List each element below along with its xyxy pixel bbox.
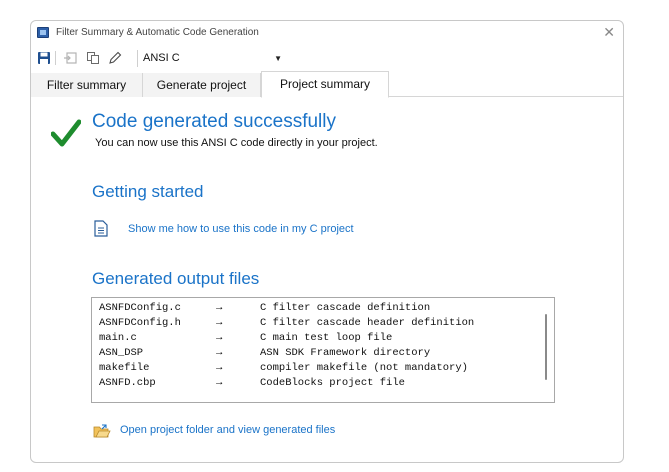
open-folder-link[interactable]: Open project folder and view generated f… [120,424,335,436]
file-description: C filter cascade header definition [260,317,475,329]
file-name: makefile [99,362,150,374]
success-heading: Code generated successfully [92,111,336,132]
output-files-heading: Generated output files [92,269,260,288]
arrow-icon: → [216,377,223,389]
file-description: compiler makefile (not mandatory) [260,362,468,374]
title-bar: Filter Summary & Automatic Code Generati… [31,21,623,45]
arrow-icon: → [216,302,223,314]
file-description: CodeBlocks project file [260,377,405,389]
howto-link[interactable]: Show me how to use this code in my C pro… [128,223,354,235]
arrow-icon: → [216,317,223,329]
output-files-list[interactable]: ASNFDConfig.c → C filter cascade definit… [91,297,555,403]
file-name: ASNFDConfig.c [99,302,181,314]
app-icon [37,27,49,38]
file-name: ASNFD.cbp [99,377,156,389]
success-message: You can now use this ANSI C code directl… [95,137,378,149]
arrow-icon: → [216,347,223,359]
file-description: ASN SDK Framework directory [260,347,431,359]
checkmark-icon [51,119,81,147]
document-icon [94,220,108,237]
open-folder-icon [93,424,111,438]
file-name: ASN_DSP [99,347,144,359]
toolbar-separator [55,51,56,65]
window-title: Filter Summary & Automatic Code Generati… [56,27,259,38]
arrow-icon: → [216,362,223,374]
file-name: ASNFDConfig.h [99,317,181,329]
language-select-value: ANSI C [143,52,180,64]
dialog-window: Filter Summary & Automatic Code Generati… [30,20,624,463]
getting-started-heading: Getting started [92,182,204,201]
project-summary-panel: Code generated successfully You can now … [31,97,623,462]
file-description: C main test loop file [260,332,393,344]
tab-generate-project[interactable]: Generate project [143,73,261,97]
vertical-scrollbar[interactable] [545,314,547,380]
export-icon[interactable] [63,51,77,65]
file-name: main.c [99,332,137,344]
tab-filter-summary[interactable]: Filter summary [31,73,143,97]
chevron-down-icon[interactable]: ▼ [274,50,282,67]
save-icon[interactable] [37,51,51,65]
language-select[interactable]: ANSI C ▼ [137,50,285,67]
copy-icon[interactable] [86,51,100,65]
toolbar: ANSI C ▼ [31,47,623,67]
arrow-icon: → [216,332,223,344]
file-description: C filter cascade definition [260,302,431,314]
close-icon[interactable]: ✕ [603,24,615,41]
tab-project-summary[interactable]: Project summary [261,71,389,98]
tab-strip: Filter summary Generate project Project … [31,71,623,98]
edit-icon[interactable] [108,51,122,65]
